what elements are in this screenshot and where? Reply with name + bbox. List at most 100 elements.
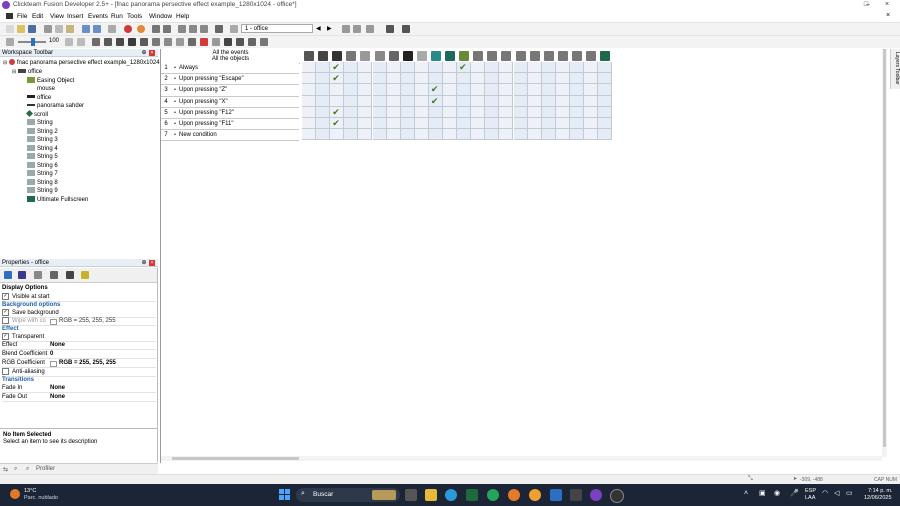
event-cell[interactable]: [344, 129, 359, 141]
event-cell[interactable]: [513, 129, 528, 141]
tree-object[interactable]: String 5: [27, 153, 58, 161]
event-cell[interactable]: [598, 106, 613, 118]
event-cell[interactable]: [302, 106, 317, 118]
tree-object[interactable]: String 4: [27, 144, 58, 153]
event-cell[interactable]: [555, 84, 570, 96]
event-cell[interactable]: [400, 95, 415, 107]
event-cell[interactable]: [513, 118, 528, 130]
event-cell[interactable]: [400, 73, 415, 85]
event-cell[interactable]: [443, 129, 458, 141]
event-cell[interactable]: [598, 73, 613, 85]
tree-object[interactable]: String 3: [27, 136, 58, 144]
checkbox[interactable]: ✓: [2, 293, 9, 300]
event-cell[interactable]: [499, 62, 514, 74]
terminal-icon[interactable]: [570, 489, 582, 501]
event-cell[interactable]: [569, 106, 584, 118]
object-column-icon[interactable]: [487, 51, 498, 61]
event-cell[interactable]: [443, 62, 458, 74]
tree-object[interactable]: String 7: [27, 170, 58, 178]
object-column-icon[interactable]: [416, 51, 427, 61]
event-cell[interactable]: [513, 84, 528, 96]
event-cell[interactable]: [386, 84, 401, 96]
event-cell[interactable]: [541, 84, 556, 96]
wifi-icon[interactable]: ◠: [822, 489, 828, 497]
object-column-icon[interactable]: [459, 51, 470, 61]
event-cell[interactable]: [541, 62, 556, 74]
clock-time[interactable]: 7:14 p. m.: [868, 488, 892, 494]
event-cell[interactable]: [457, 129, 472, 141]
event-cell[interactable]: [471, 106, 486, 118]
prop-rgb-coefficient[interactable]: RGB Coefficient RGB = 255, 255, 255: [2, 359, 156, 368]
event-cell[interactable]: [302, 84, 317, 96]
event-cell[interactable]: [485, 95, 500, 107]
tree-object[interactable]: Ultimate Fullscreen: [27, 195, 88, 204]
object-column-icon[interactable]: [586, 51, 596, 61]
object-column-icon[interactable]: [557, 51, 568, 61]
redo-icon[interactable]: [93, 25, 101, 33]
object-column-icon[interactable]: [374, 51, 385, 61]
menu-file[interactable]: File: [17, 13, 27, 20]
layers-toolbar[interactable]: Layers Toolbar: [890, 49, 900, 89]
event-editor-icon[interactable]: [178, 25, 186, 33]
event-row[interactable]: 5 • Upon pressing "F12": [161, 107, 299, 119]
event-cell[interactable]: [302, 95, 317, 107]
tree-object[interactable]: office: [27, 94, 51, 102]
event-cell[interactable]: [443, 73, 458, 85]
pin-icon[interactable]: ⊕: [141, 50, 147, 56]
event-cell[interactable]: [485, 73, 500, 85]
event-cell[interactable]: [485, 84, 500, 96]
event-cell[interactable]: ✔: [330, 73, 345, 85]
event-cell[interactable]: [527, 118, 542, 130]
horizontal-scrollbar[interactable]: [161, 456, 882, 461]
event-cell[interactable]: [569, 73, 584, 85]
event-cell[interactable]: [316, 118, 331, 130]
event-cell[interactable]: [527, 106, 542, 118]
record-icon[interactable]: [137, 25, 145, 33]
frame-select[interactable]: 1 - office: [241, 24, 313, 33]
event-cell[interactable]: [386, 95, 401, 107]
event-cell[interactable]: [555, 73, 570, 85]
event-cell[interactable]: [527, 84, 542, 96]
object-column-icon[interactable]: [430, 51, 441, 61]
event-cell[interactable]: [527, 73, 542, 85]
app-pr-icon[interactable]: [466, 489, 478, 501]
task-view-icon[interactable]: [405, 489, 417, 501]
blender-icon[interactable]: [508, 489, 520, 501]
object-12-icon[interactable]: [224, 38, 232, 46]
tab-display-icon[interactable]: [18, 271, 26, 279]
tree-object[interactable]: Easing Object: [27, 76, 74, 85]
tree-object[interactable]: String: [27, 119, 53, 127]
event-cell[interactable]: [414, 73, 429, 85]
back-icon[interactable]: [230, 25, 238, 33]
undo-icon[interactable]: [82, 25, 90, 33]
event-cell[interactable]: [400, 118, 415, 130]
event-cell[interactable]: [428, 73, 443, 85]
maximize-button[interactable]: □: [856, 0, 876, 11]
object-column-icon[interactable]: [529, 51, 540, 61]
event-cell[interactable]: [330, 129, 345, 141]
event-cell[interactable]: [485, 129, 500, 141]
event-cell[interactable]: [302, 118, 317, 130]
vertical-scrollbar-thumb[interactable]: [883, 49, 886, 447]
prop-fade-out[interactable]: Fade Out None: [2, 393, 156, 402]
color-swatch[interactable]: [50, 361, 57, 367]
event-cell[interactable]: [372, 84, 387, 96]
event-cell[interactable]: [598, 84, 613, 96]
event-cell[interactable]: [457, 118, 472, 130]
mdi-close-icon[interactable]: ×: [886, 12, 890, 19]
layer-icon[interactable]: [215, 25, 223, 33]
event-cell[interactable]: [386, 118, 401, 130]
event-cell[interactable]: [569, 95, 584, 107]
event-row[interactable]: 1 • Always: [161, 63, 299, 75]
event-cell[interactable]: ✔: [330, 118, 345, 130]
align-icon[interactable]: [65, 38, 73, 46]
object-column-icon[interactable]: [318, 51, 329, 61]
event-cell[interactable]: [344, 73, 359, 85]
object-column-icon[interactable]: [402, 51, 413, 61]
mic-icon[interactable]: 🎤: [790, 489, 799, 497]
object-3-icon[interactable]: [116, 38, 124, 46]
menu-insert[interactable]: Insert: [67, 13, 83, 20]
event-cell[interactable]: [414, 129, 429, 141]
event-cell[interactable]: [499, 73, 514, 85]
object-14-icon[interactable]: [248, 38, 256, 46]
